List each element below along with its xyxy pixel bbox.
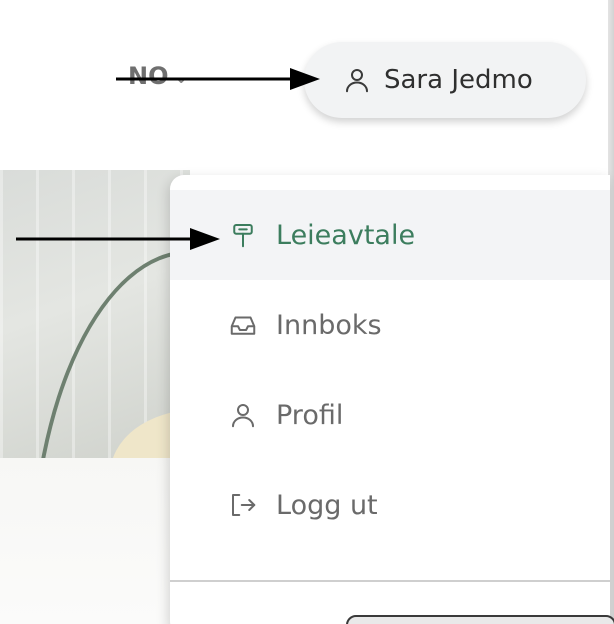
signpost-icon [233, 224, 253, 248]
menu-item-label: Logg ut [276, 489, 378, 521]
menu-item-leieavtale[interactable]: Leieavtale [170, 190, 610, 280]
annotation-arrow-leieavtale [16, 228, 220, 250]
menu-item-label: Innboks [276, 309, 382, 341]
background-photo [0, 170, 190, 458]
menu-item-label: Profil [276, 399, 344, 431]
dropdown-footer-button[interactable] [346, 615, 614, 624]
annotation-arrow-user-button [116, 68, 320, 90]
user-icon [346, 69, 368, 93]
menu-item-logg-ut[interactable]: Logg ut [170, 460, 610, 550]
user-dropdown-menu: Leieavtale Innboks Profil Logg ut [170, 175, 614, 624]
inbox-icon [230, 316, 256, 335]
user-name: Sara Jedmo [384, 65, 533, 95]
menu-divider [170, 580, 610, 582]
logout-icon [232, 494, 256, 516]
menu-item-innboks[interactable]: Innboks [170, 280, 610, 370]
lower-background [0, 458, 170, 624]
page: NO ⌄ Sara Jedmo Leieavtale Innboks Profi… [0, 0, 614, 624]
user-menu-button[interactable]: Sara Jedmo [304, 42, 586, 118]
user-icon [232, 404, 254, 428]
menu-item-profil[interactable]: Profil [170, 370, 610, 460]
menu-item-label: Leieavtale [276, 219, 416, 251]
